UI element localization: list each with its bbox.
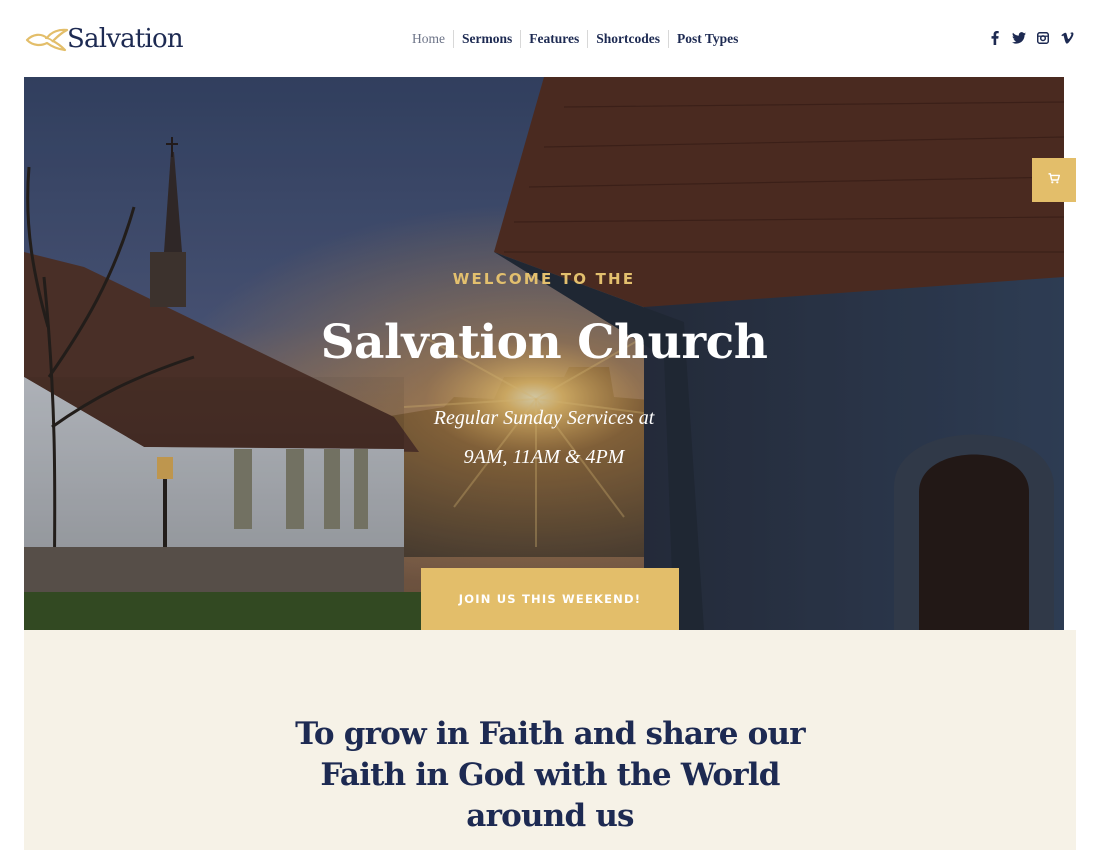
hero-subtitle-line2: 9AM, 11AM & 4PM: [463, 446, 625, 468]
hero-eyebrow: WELCOME TO THE: [452, 270, 636, 288]
nav-home[interactable]: Home: [404, 30, 453, 48]
nav-post-types[interactable]: Post Types: [668, 30, 746, 48]
social-links: [988, 30, 1074, 46]
nav-sermons[interactable]: Sermons: [453, 30, 520, 48]
cart-icon: [1048, 171, 1060, 189]
dove-logo-icon: [25, 24, 69, 54]
nav-features[interactable]: Features: [520, 30, 587, 48]
instagram-icon[interactable]: [1036, 30, 1050, 46]
mission-statement: To grow in Faith and share our Faith in …: [295, 716, 805, 834]
nav-shortcodes[interactable]: Shortcodes: [587, 30, 668, 48]
main-nav: Home Sermons Features Shortcodes Post Ty…: [404, 30, 746, 48]
hero-section: WELCOME TO THE Salvation Church Regular …: [24, 77, 1064, 630]
hero-content: WELCOME TO THE Salvation Church Regular …: [24, 77, 1064, 630]
mission-section: To grow in Faith and share our Faith in …: [24, 630, 1076, 850]
join-us-button[interactable]: JOIN US THIS WEEKEND!: [421, 568, 679, 630]
facebook-icon[interactable]: [988, 30, 1002, 46]
cart-button[interactable]: [1032, 158, 1076, 202]
twitter-icon[interactable]: [1012, 30, 1026, 46]
hero-subtitle-line1: Regular Sunday Services at: [433, 407, 655, 429]
logo-text: Salvation: [67, 24, 184, 54]
site-header: Salvation Home Sermons Features Shortcod…: [0, 0, 1100, 77]
hero-title: Salvation Church: [320, 315, 768, 370]
vimeo-icon[interactable]: [1060, 30, 1074, 46]
site-logo[interactable]: Salvation: [25, 22, 184, 56]
